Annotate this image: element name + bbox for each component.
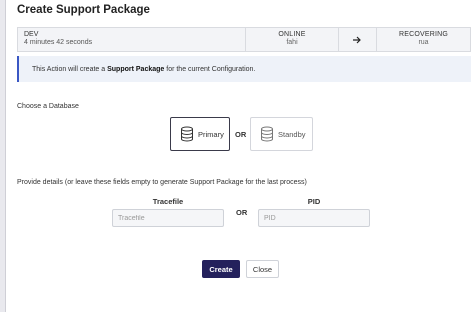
create-support-package-dialog: Create Support Package DEV 4 minutes 42 … (6, 0, 474, 312)
provide-details-label: Provide details (or leave these fields e… (17, 179, 307, 186)
environment-cell: DEV 4 minutes 42 seconds (18, 28, 246, 51)
close-button[interactable]: Close (246, 260, 279, 278)
tracefile-input[interactable] (112, 209, 224, 227)
primary-option-label: Primary (198, 129, 224, 139)
standby-status-cell: RECOVERING rua (377, 28, 470, 51)
banner-highlight: Support Package (107, 65, 165, 73)
dialog-title: Create Support Package (17, 4, 150, 16)
banner-suffix: for the current Configuration. (166, 65, 256, 73)
pid-input[interactable] (258, 209, 370, 227)
environment-name: DEV (24, 31, 39, 38)
pid-label: PID (307, 197, 321, 206)
database-or-separator: OR (235, 130, 247, 139)
standby-option-label: Standby (278, 129, 306, 139)
primary-host: fahi (286, 39, 298, 46)
standby-host: rua (418, 39, 429, 46)
environment-uptime: 4 minutes 42 seconds (24, 39, 93, 46)
choose-database-label: Choose a Database (17, 103, 79, 110)
banner-prefix: This Action will create a (32, 65, 106, 73)
create-button[interactable]: Create (202, 260, 240, 278)
primary-status-cell: ONLINE fahi (246, 28, 339, 51)
database-icon (261, 126, 273, 142)
arrow-right-icon (339, 28, 377, 51)
info-banner: This Action will create a Support Packag… (17, 56, 471, 82)
standby-state: RECOVERING (398, 31, 449, 38)
primary-state: ONLINE (278, 31, 306, 38)
primary-database-option[interactable]: Primary (170, 117, 230, 151)
tracefile-label: Tracefile (152, 197, 184, 206)
database-icon (181, 126, 193, 142)
fields-or-separator: OR (236, 208, 248, 217)
standby-database-option[interactable]: Standby (250, 117, 313, 151)
configuration-status-bar: DEV 4 minutes 42 seconds ONLINE fahi REC… (17, 27, 471, 52)
